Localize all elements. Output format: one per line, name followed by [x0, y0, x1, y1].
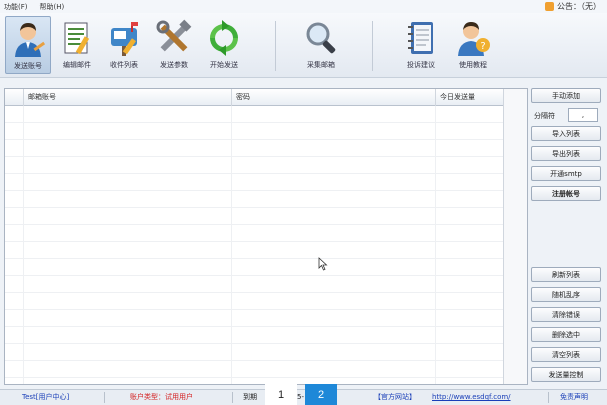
expiry-label: 到期	[243, 393, 257, 401]
feedback-label: 投诉建议	[407, 61, 435, 69]
table-row[interactable]	[5, 293, 527, 310]
send-params-label: 发送参数	[160, 61, 188, 69]
notice-area[interactable]: 公告：（无）	[545, 1, 601, 12]
official-site-link[interactable]: http://www.esdqf.com/	[432, 390, 511, 405]
menu-function[interactable]: 功能(F)	[4, 2, 28, 12]
table-row[interactable]	[5, 140, 527, 157]
enable-smtp-button[interactable]: 开通smtp	[531, 166, 601, 181]
disclaimer-link[interactable]: 免责声明	[560, 390, 588, 405]
collect-email-label: 采集邮箱	[307, 61, 335, 69]
table-row[interactable]	[5, 191, 527, 208]
tutorial-button[interactable]: ? 使用教程	[450, 16, 496, 74]
delete-selected-button[interactable]: 删除选中	[531, 327, 601, 342]
send-params-button[interactable]: 发送参数	[151, 16, 197, 74]
table-row[interactable]	[5, 310, 527, 327]
help-user-icon: ?	[458, 22, 490, 56]
tools-icon	[156, 19, 192, 52]
column-divider	[435, 106, 436, 384]
send-account-button[interactable]: 发送账号	[5, 16, 51, 74]
toolbar-separator	[275, 21, 276, 71]
table-row[interactable]	[5, 259, 527, 276]
separator-input[interactable]: ,	[568, 108, 598, 122]
random-shuffle-button[interactable]: 随机乱序	[531, 287, 601, 302]
table-body[interactable]	[5, 106, 527, 384]
collect-email-button[interactable]: 采集邮箱	[298, 16, 344, 74]
table-row[interactable]	[5, 123, 527, 140]
table-row[interactable]	[5, 106, 527, 123]
svg-text:?: ?	[480, 41, 485, 52]
account-type-text: 账户类型：试用用户	[130, 393, 193, 401]
status-separator	[104, 392, 105, 403]
send-account-label: 发送账号	[14, 62, 42, 70]
table-row[interactable]	[5, 242, 527, 259]
toolbar: 发送账号 编辑邮件 收件列表 发送参数 开始发送 采集邮箱 投诉建议 ? 使用教…	[0, 13, 607, 78]
status-bar: Test[用户中心] 账户类型：试用用户 到期 1 5- 2 【官方网站】 ht…	[0, 384, 607, 405]
clear-invalid-button[interactable]: 清除错误	[531, 307, 601, 322]
expiry-partial: 5-	[297, 393, 304, 401]
start-send-label: 开始发送	[210, 61, 238, 69]
user-account-icon	[15, 23, 46, 57]
separator-label: 分隔符	[534, 112, 555, 120]
table-row[interactable]	[5, 276, 527, 293]
header-checkbox-column[interactable]	[5, 89, 23, 106]
column-header-email[interactable]: 邮箱账号	[23, 89, 231, 106]
column-divider	[231, 106, 232, 384]
recipient-list-button[interactable]: 收件列表	[101, 16, 147, 74]
table-row[interactable]	[5, 225, 527, 242]
account-table: 邮箱账号 密码 今日发送量	[4, 88, 528, 385]
column-header-password[interactable]: 密码	[231, 89, 435, 106]
magnifier-icon	[306, 22, 336, 54]
column-divider	[23, 106, 24, 384]
table-row[interactable]	[5, 327, 527, 344]
start-send-button[interactable]: 开始发送	[201, 16, 247, 74]
edit-document-icon	[64, 22, 90, 55]
table-row[interactable]	[5, 361, 527, 378]
manual-add-button[interactable]: 手动添加	[531, 88, 601, 103]
menu-bar: 功能(F) 帮助(H)	[0, 0, 607, 13]
user-center-link[interactable]: Test[用户中心]	[22, 390, 69, 405]
status-separator	[548, 392, 549, 403]
export-list-button[interactable]: 导出列表	[531, 146, 601, 161]
notice-label: 公告：（无）	[557, 2, 601, 11]
column-header-today-sent[interactable]: 今日发送量	[435, 89, 505, 106]
import-list-button[interactable]: 导入列表	[531, 126, 601, 141]
refresh-list-button[interactable]: 刷新列表	[531, 267, 601, 282]
mailbox-icon	[111, 22, 138, 56]
clear-list-button[interactable]: 清空列表	[531, 347, 601, 362]
table-scroll-column[interactable]	[503, 89, 527, 384]
status-separator	[232, 392, 233, 403]
page-tab-1[interactable]: 1	[265, 384, 297, 405]
recipient-list-label: 收件列表	[110, 61, 138, 69]
page-tab-2[interactable]: 2	[305, 384, 337, 405]
table-header: 邮箱账号 密码 今日发送量	[5, 89, 527, 106]
refresh-send-icon	[210, 20, 238, 56]
table-row[interactable]	[5, 208, 527, 225]
notebook-icon	[408, 22, 433, 54]
tutorial-label: 使用教程	[459, 61, 487, 69]
edit-mail-label: 编辑邮件	[63, 61, 91, 69]
mouse-cursor-icon	[318, 257, 328, 271]
toolbar-separator	[372, 21, 373, 71]
official-site-label: 【官方网站】	[374, 393, 416, 401]
edit-mail-button[interactable]: 编辑邮件	[54, 16, 100, 74]
send-control-button[interactable]: 发送量控制	[531, 367, 601, 382]
menu-help[interactable]: 帮助(H)	[40, 2, 65, 12]
register-account-button[interactable]: 注册帐号	[531, 186, 601, 201]
table-row[interactable]	[5, 344, 527, 361]
feedback-button[interactable]: 投诉建议	[398, 16, 444, 74]
table-row[interactable]	[5, 157, 527, 174]
notice-icon	[545, 2, 554, 11]
table-row[interactable]	[5, 174, 527, 191]
